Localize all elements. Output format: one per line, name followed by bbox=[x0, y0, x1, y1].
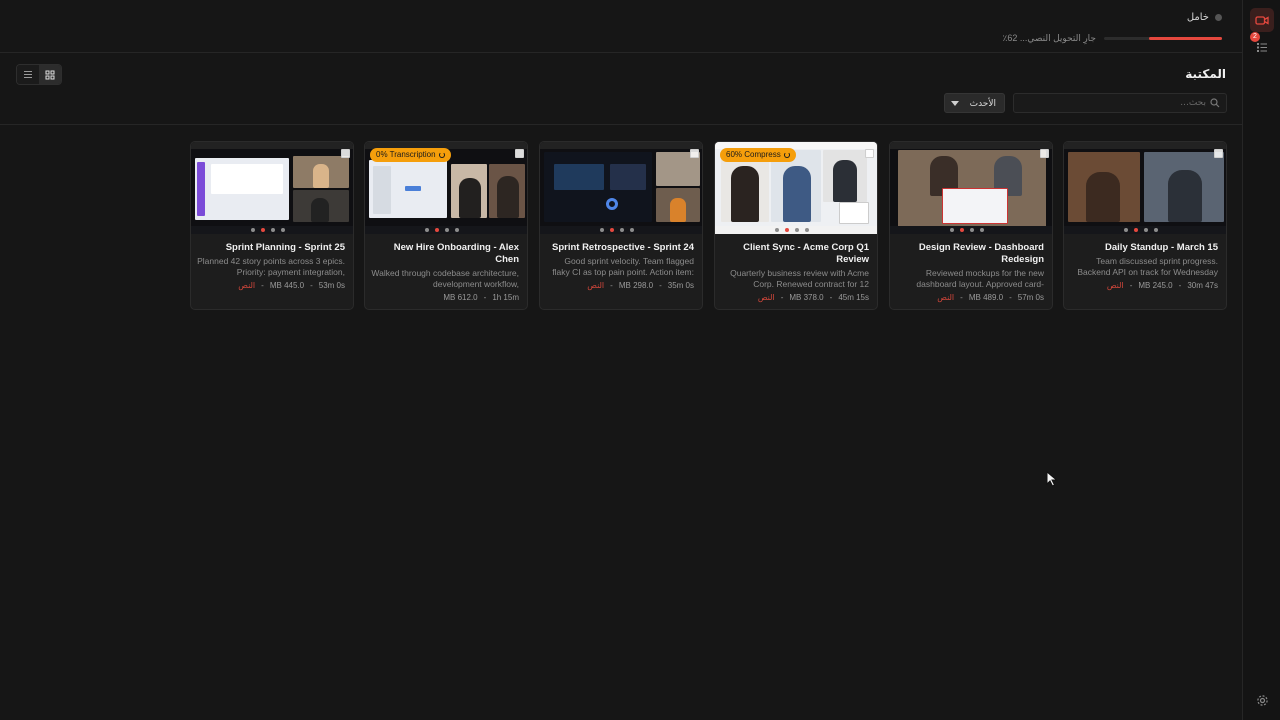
notification-badge: 2 bbox=[1250, 32, 1260, 42]
card-transcript-tag[interactable]: النص bbox=[238, 281, 255, 290]
status-indicator: خامل bbox=[1187, 12, 1222, 23]
select-checkbox[interactable] bbox=[865, 149, 874, 158]
main-area: خامل جارِ التحويل النصي... 62٪ المكتبة ا… bbox=[0, 0, 1242, 720]
processing-badge: 0% Transcription bbox=[370, 148, 451, 162]
card-size: 298.0 MB bbox=[618, 281, 654, 290]
page-title: المكتبة bbox=[1185, 67, 1226, 81]
card-title: Daily Standup - March 15 bbox=[1105, 242, 1218, 253]
list-icon bbox=[24, 71, 32, 78]
recording-card[interactable]: Sprint Retrospective - Sprint 24 Good sp… bbox=[539, 141, 703, 310]
card-title: Sprint Planning - Sprint 25 bbox=[225, 242, 345, 253]
processing-progress: جارِ التحويل النصي... 62٪ bbox=[1002, 33, 1222, 44]
card-description: Walked through codebase architecture, de… bbox=[371, 268, 519, 289]
card-size: 612.0 MB bbox=[443, 293, 478, 302]
card-meta: 57m 0s - 489.0 MB - النص bbox=[937, 293, 1044, 302]
card-transcript-tag[interactable]: النص bbox=[587, 281, 604, 290]
top-status-bar: خامل جارِ التحويل النصي... 62٪ bbox=[0, 0, 1242, 53]
card-duration: 57m 0s bbox=[1017, 293, 1044, 302]
select-checkbox[interactable] bbox=[515, 149, 524, 158]
card-size: 489.0 MB bbox=[968, 293, 1004, 302]
select-checkbox[interactable] bbox=[1040, 149, 1049, 158]
header-divider bbox=[0, 124, 1242, 125]
settings-button[interactable] bbox=[1250, 688, 1274, 712]
checklist-icon bbox=[1257, 42, 1267, 52]
spinner-icon bbox=[438, 152, 445, 158]
card-size: 378.0 MB bbox=[789, 293, 824, 302]
card-meta: 30m 47s - 245.0 MB - النص bbox=[1106, 281, 1218, 290]
search-icon bbox=[1210, 98, 1220, 108]
recording-thumbnail[interactable] bbox=[1064, 142, 1226, 234]
processing-badge: 60% Compress bbox=[720, 148, 796, 162]
card-duration: 53m 0s bbox=[318, 281, 345, 290]
status-dot-icon bbox=[1215, 14, 1222, 21]
card-meta: 53m 0s - 445.0 MB - النص bbox=[238, 281, 345, 290]
select-checkbox[interactable] bbox=[690, 149, 699, 158]
card-duration: 45m 15s bbox=[838, 293, 869, 302]
search-box bbox=[1013, 93, 1227, 113]
video-camera-icon bbox=[1255, 15, 1269, 25]
card-transcript-tag[interactable]: النص bbox=[758, 293, 775, 302]
card-description: Good sprint velocity. Team flagged flaky… bbox=[552, 256, 694, 277]
sort-label: الأحدث bbox=[969, 97, 996, 108]
recording-thumbnail[interactable] bbox=[890, 142, 1052, 234]
mouse-cursor-icon bbox=[1046, 471, 1058, 487]
recording-thumbnail[interactable] bbox=[191, 142, 353, 234]
card-description: Quarterly business review with Acme Corp… bbox=[730, 268, 869, 289]
sort-dropdown[interactable]: الأحدث bbox=[944, 93, 1005, 113]
card-description: Team discussed sprint progress. Backend … bbox=[1077, 256, 1218, 277]
card-duration: 35m 0s bbox=[667, 281, 694, 290]
progress-label: جارِ التحويل النصي... 62٪ bbox=[1002, 33, 1096, 43]
recording-card[interactable]: Design Review - Dashboard Redesign Revie… bbox=[889, 141, 1053, 310]
card-duration: 30m 47s bbox=[1187, 281, 1218, 290]
recording-card[interactable]: Daily Standup - March 15 Team discussed … bbox=[1063, 141, 1227, 310]
card-meta: 45m 15s - 378.0 MB - النص bbox=[757, 293, 869, 302]
recording-card[interactable]: 60% Compress Client Sync - Acme Corp Q1 … bbox=[714, 141, 878, 310]
recordings-nav-button[interactable] bbox=[1250, 8, 1274, 32]
progress-bar bbox=[1104, 37, 1222, 40]
card-title: Design Review - Dashboard Redesign bbox=[918, 242, 1044, 265]
recording-card[interactable]: 0% Transcription New Hire Onboarding - A… bbox=[364, 141, 528, 310]
card-title: New Hire Onboarding - Alex Chen bbox=[393, 242, 519, 265]
recording-card[interactable]: Sprint Planning - Sprint 25 Planned 42 s… bbox=[190, 141, 354, 310]
card-description: Reviewed mockups for the new dashboard l… bbox=[916, 268, 1044, 289]
progress-bar-fill bbox=[1148, 37, 1222, 40]
select-checkbox[interactable] bbox=[341, 149, 350, 158]
spinner-icon bbox=[783, 152, 790, 158]
right-sidebar: 2 bbox=[1242, 0, 1280, 720]
card-description: Planned 42 story points across 3 epics. … bbox=[197, 256, 345, 277]
grid-view-button[interactable] bbox=[39, 65, 61, 84]
view-toggle bbox=[16, 64, 62, 85]
card-size: 245.0 MB bbox=[1138, 281, 1173, 290]
card-title: Client Sync - Acme Corp Q1 Review bbox=[743, 242, 869, 265]
recording-thumbnail[interactable]: 0% Transcription bbox=[365, 142, 527, 234]
card-meta: 1h 15m - 612.0 MB bbox=[443, 293, 519, 302]
list-view-button[interactable] bbox=[17, 65, 39, 84]
card-size: 445.0 MB bbox=[269, 281, 305, 290]
status-label: خامل bbox=[1186, 12, 1209, 23]
card-title: Sprint Retrospective - Sprint 24 bbox=[551, 242, 694, 253]
recording-thumbnail[interactable] bbox=[540, 142, 702, 234]
card-transcript-tag[interactable]: النص bbox=[937, 293, 954, 302]
select-checkbox[interactable] bbox=[1214, 149, 1223, 158]
card-meta: 35m 0s - 298.0 MB - النص bbox=[587, 281, 694, 290]
recording-thumbnail[interactable]: 60% Compress bbox=[715, 142, 877, 234]
grid-icon bbox=[45, 70, 55, 79]
chevron-down-icon bbox=[951, 100, 959, 106]
card-transcript-tag[interactable]: النص bbox=[1107, 281, 1124, 290]
search-input[interactable] bbox=[1020, 96, 1206, 110]
card-duration: 1h 15m bbox=[492, 293, 519, 302]
gear-icon bbox=[1256, 694, 1268, 706]
